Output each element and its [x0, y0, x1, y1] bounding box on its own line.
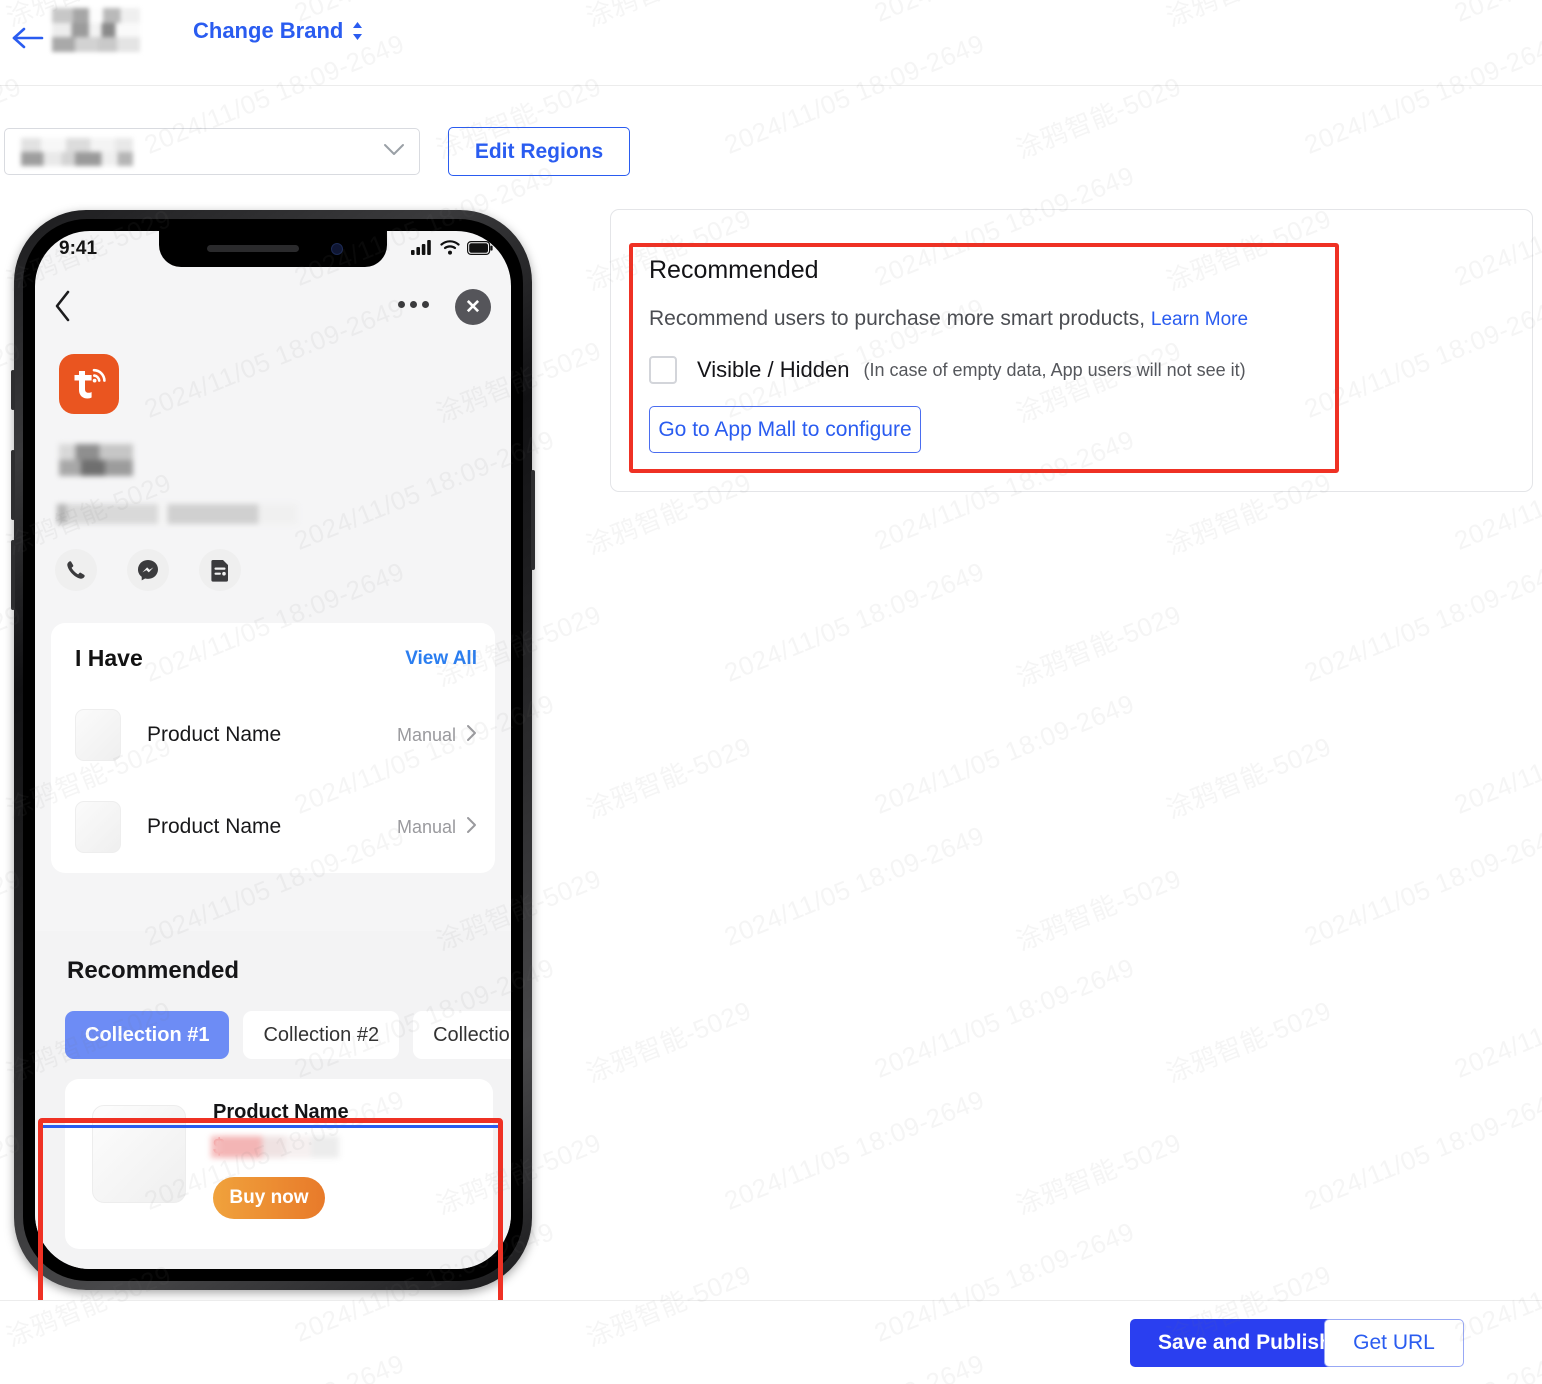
collection-tab-3[interactable]: Collection # — [413, 1011, 511, 1059]
manual-document-icon[interactable] — [199, 549, 241, 591]
visible-hidden-checkbox[interactable] — [649, 356, 677, 384]
status-icons — [411, 240, 493, 260]
watermark-text: 2024/11/05 18:09-2649 — [720, 556, 989, 688]
visible-hidden-label: Visible / Hidden — [697, 357, 850, 382]
wifi-icon — [440, 240, 460, 260]
contact-actions-row — [55, 549, 241, 591]
watermark-text: 2024/11/05 18:09-2649 — [1300, 556, 1542, 688]
watermark-text: 2024/11/05 18:09-2649 — [870, 952, 1139, 1084]
chevron-left-icon[interactable] — [53, 289, 73, 328]
collection-tab-2[interactable]: Collection #2 — [243, 1011, 400, 1059]
cellular-signal-icon — [411, 240, 433, 260]
battery-icon — [467, 240, 493, 260]
phone-icon[interactable] — [55, 549, 97, 591]
row-action: Manual — [397, 816, 477, 839]
phone-preview: 9:41 ✕ I Have View All Product Name Manu… — [11, 210, 539, 1384]
row-action: Manual — [397, 724, 477, 747]
phone-screen: 9:41 ✕ I Have View All Product Name Manu… — [35, 231, 511, 1269]
buy-now-button[interactable]: Buy now — [213, 1177, 325, 1219]
product-name: Product Name — [213, 1101, 349, 1123]
phone-recommended-title: Recommended — [67, 957, 240, 984]
phone-frame: 9:41 ✕ I Have View All Product Name Manu… — [11, 210, 535, 1290]
app-header: Change Brand — [0, 0, 1542, 86]
product-thumbnail — [92, 1105, 186, 1203]
recommended-product-card[interactable]: Product Name $ Buy now — [65, 1079, 493, 1249]
watermark-text: 2024/11/05 18:09-2649 — [720, 1084, 989, 1216]
watermark-text: 涂鸦智能-5029 — [1011, 1127, 1186, 1221]
i-have-title: I Have — [75, 645, 143, 671]
app-name-redacted — [59, 444, 133, 476]
collection-tabs: Collection #1 Collection #2 Collection # — [65, 1011, 511, 1059]
region-select-value — [21, 138, 133, 166]
watermark-text: 2024/11/05 18:09-2649 — [720, 820, 989, 952]
product-name: Product Name — [147, 815, 282, 838]
collection-tab-1[interactable]: Collection #1 — [65, 1011, 230, 1059]
i-have-header: I Have View All — [75, 645, 477, 672]
row-action-label: Manual — [396, 724, 456, 745]
product-thumbnail — [75, 709, 121, 761]
watermark-text: 2024/11/05 18:09-2649 — [1300, 1084, 1542, 1216]
watermark-text: 2024/11/05 18:09-2649 — [1450, 688, 1542, 820]
list-item[interactable]: Product Name Manual — [75, 705, 477, 765]
visible-hidden-row: Visible / Hidden (In case of empty data,… — [649, 356, 1246, 384]
view-all-link[interactable]: View All — [405, 648, 477, 670]
region-select[interactable] — [4, 128, 420, 175]
watermark-text: 涂鸦智能-5029 — [581, 731, 756, 825]
watermark-text: 涂鸦智能-5029 — [1011, 599, 1186, 693]
panel-title: Recommended — [649, 256, 819, 284]
edit-regions-button[interactable]: Edit Regions — [448, 127, 630, 176]
list-item[interactable]: Product Name Manual — [75, 797, 477, 857]
panel-description: Recommend users to purchase more smart p… — [649, 307, 1248, 331]
back-arrow-icon[interactable] — [6, 16, 50, 60]
chevron-right-icon — [466, 816, 477, 839]
up-down-arrows-icon — [352, 22, 363, 40]
watermark-text: 2024/11/05 18:09-2649 — [1450, 952, 1542, 1084]
chevron-right-icon — [466, 724, 477, 747]
phone-recommended-section: Recommended Collection #1 Collection #2 … — [35, 931, 511, 1269]
watermark-text: 2024/11/05 18:09-2649 — [1300, 820, 1542, 952]
phone-power-button — [531, 470, 535, 570]
panel-description-text: Recommend users to purchase more smart p… — [649, 307, 1146, 330]
change-brand-button[interactable]: Change Brand — [193, 18, 363, 44]
product-price: $ — [211, 1134, 340, 1160]
visible-hidden-hint: (In case of empty data, App users will n… — [863, 359, 1246, 380]
go-to-app-mall-button[interactable]: Go to App Mall to configure — [649, 406, 921, 453]
phone-status-bar: 9:41 — [35, 231, 511, 267]
get-url-button[interactable]: Get URL — [1324, 1319, 1464, 1367]
watermark-text: 涂鸦智能-5029 — [1011, 863, 1186, 957]
phone-volume-down-button — [11, 540, 15, 610]
close-circle-icon[interactable]: ✕ — [455, 289, 491, 325]
product-name: Product Name — [147, 723, 282, 746]
price-redacted — [211, 1136, 340, 1158]
chevron-down-icon — [383, 143, 405, 162]
phone-mute-button — [11, 370, 15, 410]
phone-volume-up-button — [11, 450, 15, 520]
product-thumbnail — [75, 801, 121, 853]
learn-more-link[interactable]: Learn More — [1151, 309, 1248, 330]
brand-logo — [52, 8, 140, 52]
more-dots-icon[interactable] — [398, 301, 429, 308]
tuya-logo-icon — [59, 354, 119, 414]
app-navigation-bar: ✕ — [35, 279, 511, 337]
app-meta-redacted — [57, 504, 297, 524]
watermark-text: 2024/11/05 18:09-2649 — [870, 688, 1139, 820]
status-time: 9:41 — [59, 238, 98, 259]
i-have-card: I Have View All Product Name Manual Prod… — [51, 623, 495, 873]
watermark-text: 涂鸦智能-5029 — [1161, 995, 1336, 1089]
row-action-label: Manual — [396, 816, 456, 837]
watermark-text: 涂鸦智能-5029 — [581, 995, 756, 1089]
settings-panel: Recommended Recommend users to purchase … — [610, 209, 1533, 492]
watermark-text: 涂鸦智能-5029 — [1161, 731, 1336, 825]
phone-bezel: 9:41 ✕ I Have View All Product Name Manu… — [23, 219, 523, 1281]
footer-bar: Save and Publish Get URL — [0, 1300, 1542, 1384]
change-brand-label: Change Brand — [193, 18, 344, 43]
messenger-icon[interactable] — [127, 549, 169, 591]
